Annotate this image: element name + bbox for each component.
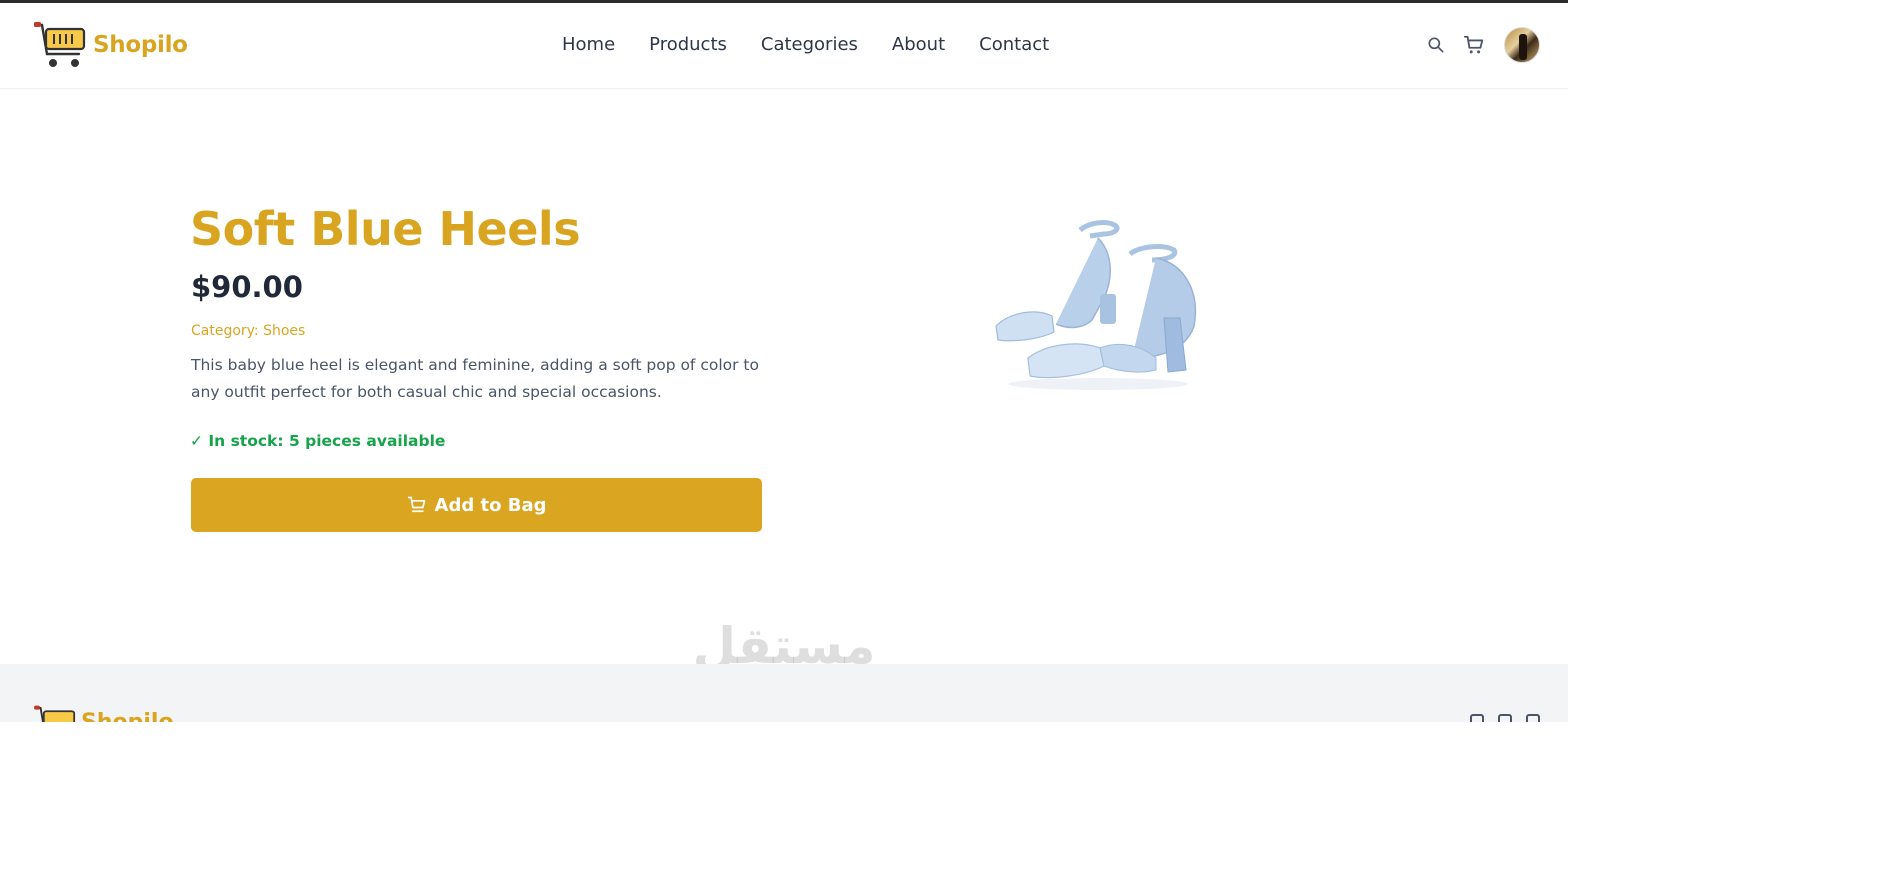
stock-status: ✓ In stock: 5 pieces available [190,432,446,450]
search-icon[interactable] [1424,33,1448,57]
shopping-cart-logo-icon [34,705,76,722]
product-image [995,220,1196,390]
user-avatar[interactable] [1504,27,1540,63]
nav-link-categories[interactable]: Categories [761,34,858,55]
add-to-bag-button[interactable]: Add to Bag [191,478,762,532]
footer-brand-name: Shopilo [81,710,174,722]
social-twitter-icon[interactable] [1498,714,1512,722]
add-to-bag-label: Add to Bag [434,494,547,516]
nav-link-contact[interactable]: Contact [979,34,1049,55]
social-facebook-icon[interactable] [1470,714,1484,722]
nav-link-home[interactable]: Home [562,34,615,55]
product-price: $90.00 [191,270,303,304]
top-navbar: Shopilo Home Products Categories About C… [0,3,1568,89]
product-description: This baby blue heel is elegant and femin… [191,356,759,401]
cart-icon [407,496,425,513]
product-detail: Soft Blue Heels $90.00 Category: Shoes T… [0,90,1568,664]
cart-icon[interactable] [1462,33,1486,57]
nav-link-about[interactable]: About [892,34,945,55]
social-instagram-icon[interactable] [1526,714,1540,722]
nav-link-products[interactable]: Products [649,34,727,55]
product-category[interactable]: Category: Shoes [191,323,305,339]
product-title: Soft Blue Heels [190,202,581,256]
shopping-cart-logo-icon [33,22,86,67]
main-nav: Home Products Categories About Contact [562,34,1049,55]
site-footer: Shopilo [0,664,1568,722]
brand-name: Shopilo [93,32,188,58]
footer-logo[interactable]: Shopilo [33,704,174,722]
nav-actions [1424,27,1540,63]
avatar-figure [1519,34,1527,60]
footer-social-icons [1470,714,1540,722]
brand-logo-link[interactable]: Shopilo [33,20,188,70]
